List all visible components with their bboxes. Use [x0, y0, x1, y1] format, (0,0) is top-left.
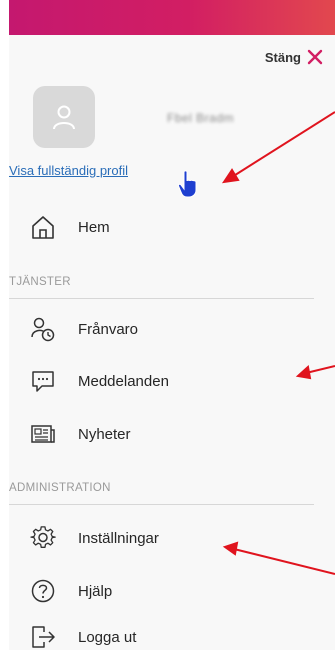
logout-icon — [32, 626, 55, 648]
nav-label-messages: Meddelanden — [78, 372, 169, 390]
nav-item-messages[interactable]: Meddelanden — [30, 366, 169, 396]
gear-icon — [30, 526, 56, 548]
nav-label-news: Nyheter — [78, 425, 131, 443]
close-button[interactable]: Stäng — [265, 49, 323, 65]
left-margin — [0, 0, 9, 650]
close-icon[interactable] — [307, 49, 323, 65]
brand-top-bar — [9, 0, 335, 35]
news-icon — [31, 425, 55, 443]
nav-label-absence: Frånvaro — [78, 320, 139, 338]
section-title-services: TJÄNSTER — [9, 276, 71, 288]
user-name: Fbel Bradm — [167, 111, 235, 125]
section-divider — [9, 504, 314, 505]
nav-label-home: Hem — [78, 218, 110, 236]
nav-item-home[interactable]: Hem — [30, 212, 110, 242]
section-title-administration: ADMINISTRATION — [9, 482, 111, 494]
close-label: Stäng — [264, 49, 301, 65]
nav-item-news[interactable]: Nyheter — [30, 419, 131, 449]
nav-item-absence[interactable]: Frånvaro — [30, 314, 138, 344]
nav-item-settings[interactable]: Inställningar — [30, 523, 159, 553]
avatar — [33, 86, 95, 148]
section-divider — [9, 298, 314, 299]
user-icon — [53, 105, 75, 130]
message-icon — [32, 371, 54, 392]
home-icon — [32, 216, 54, 239]
help-icon — [31, 579, 55, 603]
nav-label-logout: Logga ut — [78, 628, 137, 646]
hand-cursor-icon — [177, 170, 197, 198]
nav-item-help[interactable]: Hjälp — [30, 576, 112, 606]
view-full-profile-link[interactable]: Visa fullständig profil — [9, 163, 128, 178]
absence-clock-icon — [31, 317, 55, 342]
nav-label-settings: Inställningar — [78, 529, 159, 547]
nav-label-help: Hjälp — [78, 582, 113, 600]
nav-item-logout[interactable]: Logga ut — [30, 622, 136, 652]
